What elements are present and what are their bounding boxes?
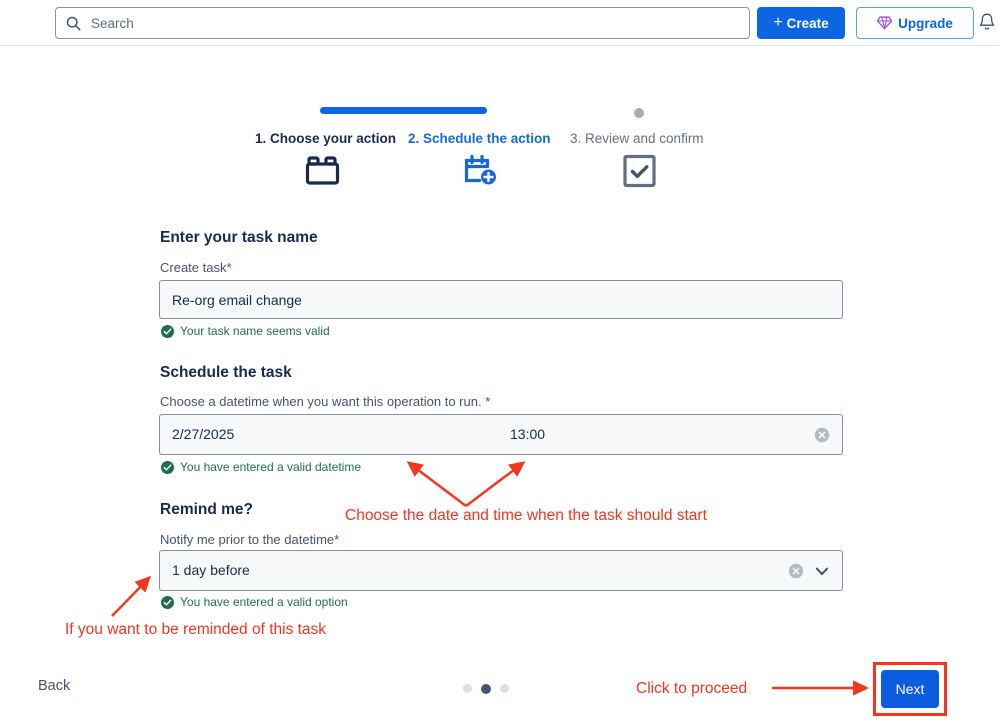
step-2-label[interactable]: 2. Schedule the action — [408, 131, 551, 146]
step-3-label[interactable]: 3. Review and confirm — [570, 131, 704, 146]
schedule-section-title: Schedule the task — [160, 364, 292, 381]
check-circle-icon — [161, 595, 174, 609]
upgrade-button[interactable]: Upgrade — [856, 7, 974, 39]
create-task-label: Create task* — [160, 260, 232, 275]
clear-circle-icon[interactable] — [814, 427, 830, 443]
create-button-label: Create — [786, 15, 829, 31]
search-icon — [66, 16, 81, 30]
create-task-label-text: Create task — [160, 260, 227, 275]
remind-section-title: Remind me? — [160, 501, 254, 518]
datetime-label: Choose a datetime when you want this ope… — [160, 394, 490, 409]
gem-icon — [877, 16, 893, 30]
required-asterisk: * — [226, 260, 232, 275]
page-dot-3[interactable] — [500, 684, 509, 693]
step-1-label[interactable]: 1. Choose your action — [255, 131, 396, 146]
annotation-datetime-note: Choose the date and time when the task s… — [345, 507, 707, 524]
notify-label: Notify me prior to the datetime* — [160, 532, 339, 547]
chevron-down-icon[interactable] — [815, 566, 829, 577]
calendar-plus-icon — [463, 154, 501, 193]
notify-valid-message: You have entered a valid option — [161, 595, 348, 609]
clear-circle-icon[interactable] — [788, 563, 804, 579]
task-name-section-title: Enter your task name — [160, 229, 318, 246]
lego-brick-icon — [305, 154, 343, 193]
annotation-reminder-note: If you want to be reminded of this task — [65, 621, 327, 638]
search-input[interactable] — [89, 14, 739, 32]
annotation-arrow-date — [406, 461, 467, 507]
time-input[interactable] — [510, 426, 577, 442]
required-asterisk: * — [485, 394, 491, 409]
datetime-valid-message: You have entered a valid datetime — [161, 460, 361, 474]
notify-valid-message-text: You have entered a valid option — [180, 595, 348, 609]
datetime-field[interactable] — [159, 414, 843, 455]
upgrade-button-label: Upgrade — [898, 15, 953, 31]
notify-select[interactable]: 1 day before — [159, 550, 843, 591]
checkbox-check-icon — [621, 154, 659, 193]
page-dot-1[interactable] — [463, 684, 472, 693]
bell-icon — [979, 13, 995, 30]
notify-label-text: Notify me prior to the datetime — [160, 532, 335, 547]
plus-icon: + — [773, 14, 783, 31]
create-task-input[interactable] — [159, 280, 843, 319]
page-dots — [463, 683, 509, 694]
datetime-label-text: Choose a datetime when you want this ope… — [160, 394, 482, 409]
check-circle-icon — [161, 324, 174, 338]
notifications-bell-button[interactable] — [978, 12, 996, 34]
back-button[interactable]: Back — [38, 678, 70, 694]
annotation-proceed-note: Click to proceed — [636, 680, 748, 697]
create-button[interactable]: + Create — [757, 7, 845, 39]
annotation-arrow-time — [465, 461, 526, 507]
task-valid-message-text: Your task name seems valid — [180, 324, 330, 338]
required-asterisk: * — [334, 532, 340, 547]
search-field[interactable] — [55, 7, 750, 39]
task-valid-message: Your task name seems valid — [161, 324, 330, 338]
datetime-valid-message-text: You have entered a valid datetime — [180, 460, 362, 474]
wizard-stepper: 1. Choose your action 2. Schedule the ac… — [0, 100, 999, 195]
top-navigation-bar: + Create Upgrade — [0, 0, 999, 46]
date-input[interactable] — [172, 426, 272, 442]
page-dot-2[interactable] — [481, 683, 491, 694]
annotation-arrow-reminder — [111, 575, 152, 617]
next-button[interactable]: Next — [881, 670, 939, 708]
step-3-indicator-dot — [634, 108, 644, 118]
notify-select-value: 1 day before — [172, 562, 250, 578]
check-circle-icon — [161, 460, 174, 474]
step-progress-bar — [320, 107, 487, 114]
